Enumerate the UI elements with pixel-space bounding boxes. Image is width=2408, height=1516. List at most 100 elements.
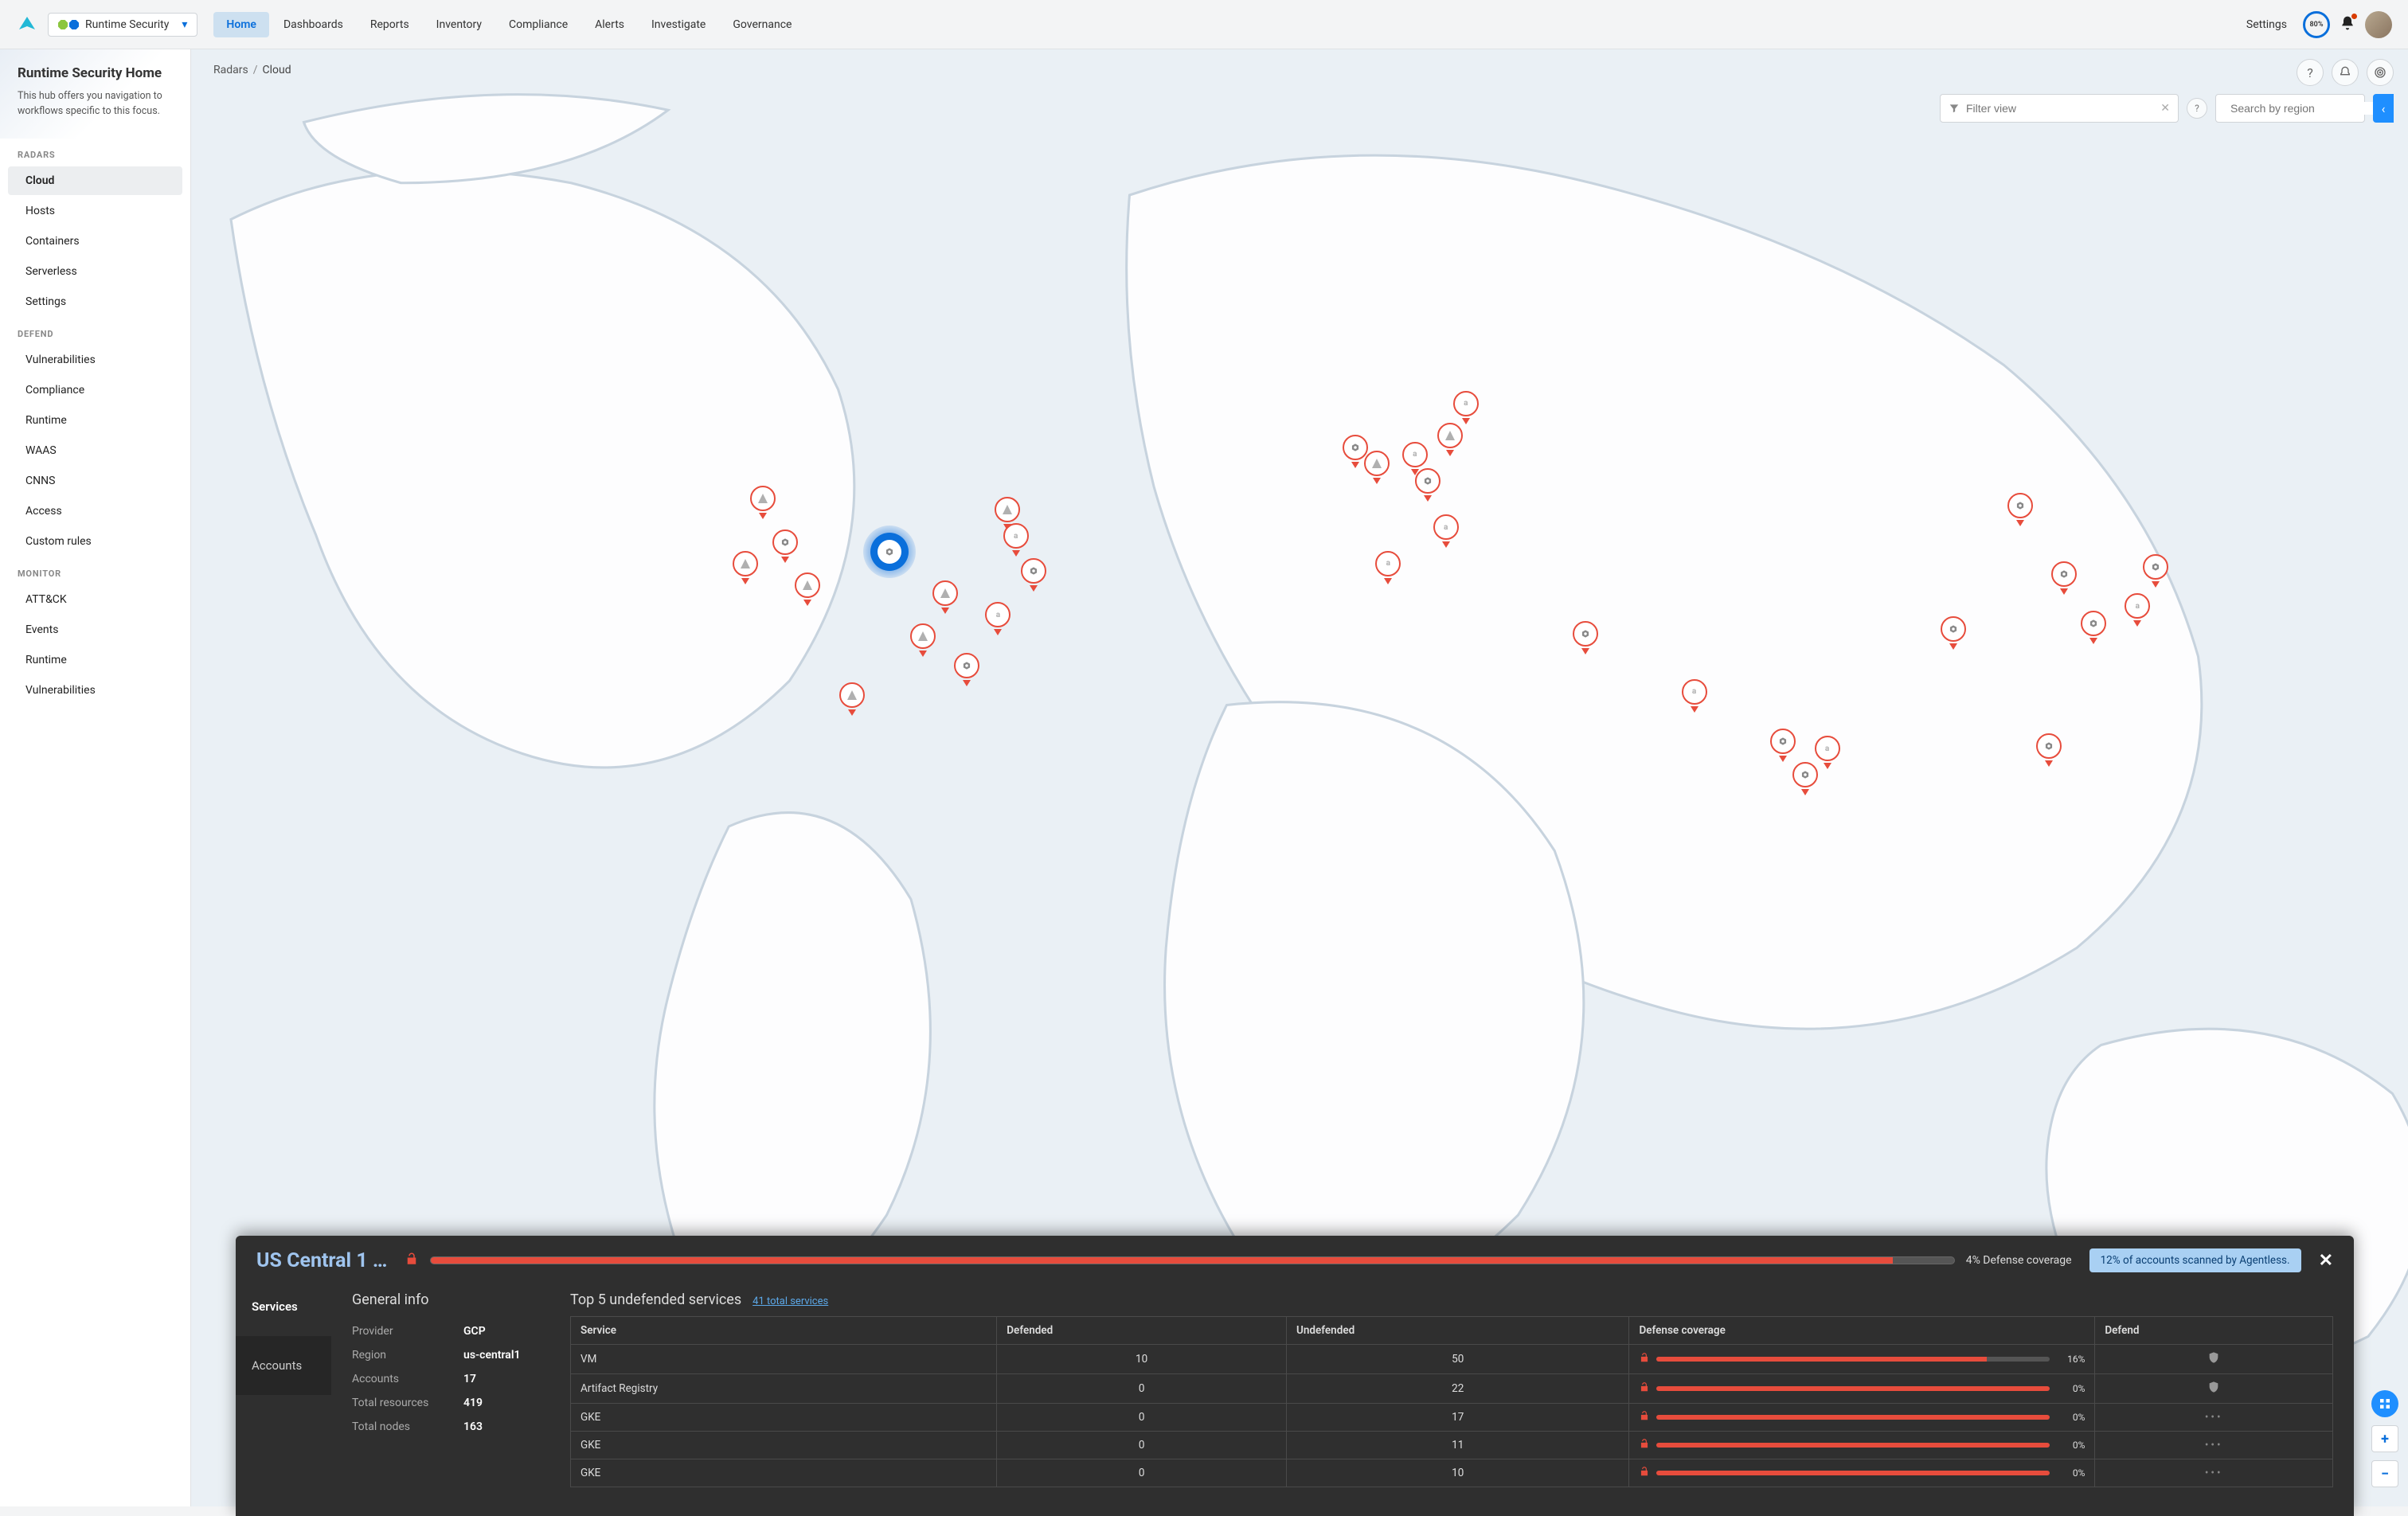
map-pin[interactable]: a bbox=[1433, 514, 1459, 545]
nav-home[interactable]: Home bbox=[213, 12, 269, 37]
map-pin[interactable] bbox=[733, 551, 758, 581]
notifications-bell-icon[interactable] bbox=[2340, 15, 2355, 34]
map-pin[interactable] bbox=[795, 572, 820, 603]
alerts-button[interactable] bbox=[2332, 59, 2359, 86]
sidebar-section-monitor: MONITOR bbox=[0, 557, 190, 584]
sidebar-item-hosts[interactable]: Hosts bbox=[8, 197, 182, 225]
map-pin[interactable] bbox=[1364, 451, 1390, 481]
detail-tab-accounts[interactable]: Accounts bbox=[236, 1336, 331, 1395]
zoom-in-button[interactable]: + bbox=[2371, 1425, 2398, 1452]
more-icon[interactable]: ••• bbox=[2205, 1467, 2223, 1479]
map-pin[interactable]: a bbox=[1815, 736, 1840, 766]
map-float-controls: + − bbox=[2371, 1390, 2398, 1487]
sidebar-item-containers[interactable]: Containers bbox=[8, 227, 182, 256]
map-pin[interactable] bbox=[2036, 733, 2062, 764]
map-pin[interactable]: a bbox=[1453, 391, 1479, 421]
sidebar-item-runtime[interactable]: Runtime bbox=[8, 646, 182, 674]
map-pin[interactable]: a bbox=[985, 602, 1010, 632]
region-input-field[interactable] bbox=[2230, 102, 2375, 115]
map-pin[interactable] bbox=[2081, 611, 2106, 641]
clear-filter-icon[interactable]: ✕ bbox=[2160, 102, 2170, 115]
map-pin[interactable] bbox=[772, 529, 798, 560]
nav-inventory[interactable]: Inventory bbox=[424, 12, 494, 37]
map-pin[interactable] bbox=[1437, 423, 1463, 453]
zoom-out-button[interactable]: − bbox=[2371, 1460, 2398, 1487]
general-row: Accounts17 bbox=[352, 1367, 535, 1391]
shield-icon[interactable] bbox=[2207, 1354, 2220, 1367]
region-search-input[interactable] bbox=[2215, 94, 2365, 123]
map-pin[interactable] bbox=[954, 653, 979, 683]
unlock-icon bbox=[1639, 1410, 1650, 1424]
more-icon[interactable]: ••• bbox=[2205, 1439, 2223, 1452]
filter-input-field[interactable] bbox=[1966, 102, 2110, 115]
map-pin[interactable] bbox=[1021, 558, 1046, 588]
col-header: Defended bbox=[997, 1317, 1287, 1345]
map-info-button[interactable] bbox=[2371, 1390, 2398, 1417]
map-pin[interactable]: a bbox=[2125, 593, 2150, 623]
sidebar-title: Runtime Security Home bbox=[18, 65, 173, 81]
filter-view-input[interactable]: ✕ bbox=[1940, 94, 2179, 123]
map-pin[interactable]: a bbox=[1375, 551, 1401, 581]
sidebar-item-events[interactable]: Events bbox=[8, 615, 182, 644]
nav-alerts[interactable]: Alerts bbox=[582, 12, 637, 37]
agentless-badge[interactable]: 12% of accounts scanned by Agentless. bbox=[2089, 1248, 2301, 1272]
map-pin[interactable] bbox=[2051, 561, 2077, 592]
map-pin[interactable] bbox=[932, 580, 958, 611]
close-panel-button[interactable]: ✕ bbox=[2319, 1251, 2333, 1271]
services-table: ServiceDefendedUndefendedDefense coverag… bbox=[570, 1316, 2333, 1487]
radar-button[interactable] bbox=[2367, 59, 2394, 86]
sidebar-item-access[interactable]: Access bbox=[8, 497, 182, 526]
sidebar-item-settings[interactable]: Settings bbox=[8, 287, 182, 316]
map-pin[interactable] bbox=[910, 623, 936, 654]
sidebar-item-custom-rules[interactable]: Custom rules bbox=[8, 527, 182, 556]
brand-logo-icon[interactable] bbox=[16, 14, 38, 36]
map-pin[interactable] bbox=[2143, 554, 2168, 584]
sidebar-item-vulnerabilities[interactable]: Vulnerabilities bbox=[8, 676, 182, 705]
main-nav: HomeDashboardsReportsInventoryCompliance… bbox=[213, 12, 804, 37]
map-pin[interactable] bbox=[1573, 621, 1598, 651]
nav-investigate[interactable]: Investigate bbox=[639, 12, 718, 37]
nav-reports[interactable]: Reports bbox=[358, 12, 422, 37]
map-pin[interactable] bbox=[1792, 762, 1818, 792]
notification-dot bbox=[2351, 14, 2357, 19]
map-pin[interactable]: a bbox=[1003, 523, 1029, 553]
map-pin[interactable] bbox=[1415, 468, 1440, 498]
help-button[interactable]: ? bbox=[2297, 59, 2324, 86]
product-dropdown[interactable]: Runtime Security ▾ bbox=[48, 13, 197, 37]
nav-dashboards[interactable]: Dashboards bbox=[271, 12, 356, 37]
table-heading: Top 5 undefended services bbox=[570, 1291, 741, 1308]
sidebar-item-att&ck[interactable]: ATT&CK bbox=[8, 585, 182, 614]
col-header: Defend bbox=[2095, 1317, 2333, 1345]
detail-tab-services[interactable]: Services bbox=[236, 1277, 331, 1336]
map-pin[interactable] bbox=[750, 486, 776, 516]
sidebar-item-cnns[interactable]: CNNS bbox=[8, 467, 182, 495]
sidebar-item-compliance[interactable]: Compliance bbox=[8, 376, 182, 404]
sidebar-item-serverless[interactable]: Serverless bbox=[8, 257, 182, 286]
sidebar-item-cloud[interactable]: Cloud bbox=[8, 166, 182, 195]
general-row: Regionus-central1 bbox=[352, 1343, 535, 1367]
map-pin[interactable] bbox=[1941, 616, 1966, 647]
sidebar-item-waas[interactable]: WAAS bbox=[8, 436, 182, 465]
nav-governance[interactable]: Governance bbox=[720, 12, 804, 37]
gauge-badge[interactable]: 80% bbox=[2303, 11, 2330, 38]
shield-icon[interactable] bbox=[2207, 1384, 2220, 1397]
coverage-label: 4% Defense coverage bbox=[1966, 1254, 2072, 1267]
sidebar-item-runtime[interactable]: Runtime bbox=[8, 406, 182, 435]
breadcrumb-parent[interactable]: Radars bbox=[213, 64, 248, 76]
product-name: Runtime Security bbox=[85, 18, 169, 31]
col-header: Defense coverage bbox=[1629, 1317, 2095, 1345]
total-services-link[interactable]: 41 total services bbox=[752, 1295, 828, 1307]
map-pin[interactable] bbox=[1770, 729, 1796, 759]
map-pin[interactable]: a bbox=[1682, 679, 1707, 709]
sidebar-item-vulnerabilities[interactable]: Vulnerabilities bbox=[8, 346, 182, 374]
filter-help-button[interactable]: ? bbox=[2187, 98, 2207, 119]
sidebar: Runtime Security Home This hub offers yo… bbox=[0, 49, 191, 1506]
map-pin[interactable] bbox=[2007, 493, 2033, 523]
map-pin[interactable] bbox=[839, 682, 865, 713]
map-pin[interactable] bbox=[863, 526, 916, 578]
settings-link[interactable]: Settings bbox=[2246, 18, 2287, 31]
collapse-panel-button[interactable]: ‹ bbox=[2373, 94, 2394, 123]
nav-compliance[interactable]: Compliance bbox=[496, 12, 580, 37]
more-icon[interactable]: ••• bbox=[2205, 1411, 2223, 1424]
user-avatar[interactable] bbox=[2365, 11, 2392, 38]
